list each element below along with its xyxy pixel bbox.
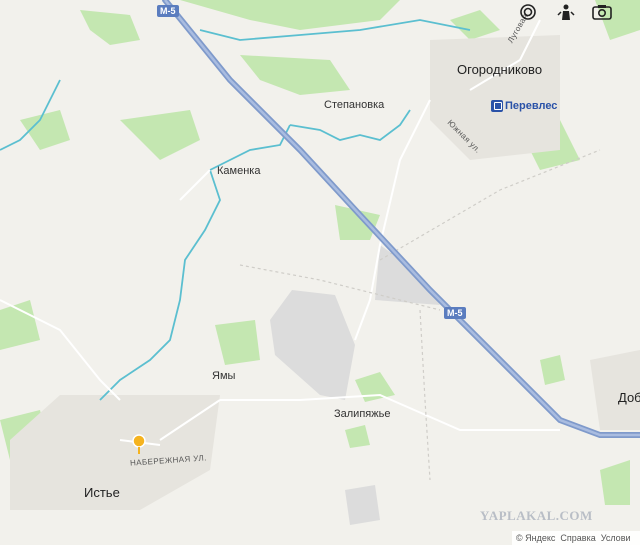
- industrial-areas: [270, 245, 440, 525]
- place-label-yamy[interactable]: Ямы: [212, 370, 235, 382]
- route-shield-m5: М-5: [157, 5, 179, 17]
- panorama-people-button[interactable]: [548, 0, 584, 24]
- place-label-istye[interactable]: Истье: [84, 485, 120, 500]
- help-link[interactable]: Справка: [560, 533, 595, 543]
- map-base-layer: [0, 0, 640, 525]
- highway-m5: [162, 0, 640, 438]
- poi-pereveles[interactable]: Перевлес: [491, 100, 557, 112]
- place-label-dobr[interactable]: Добр: [618, 390, 640, 405]
- poi-label: Перевлес: [505, 100, 558, 112]
- place-label-kamenka[interactable]: Каменка: [217, 165, 260, 177]
- photos-button[interactable]: [584, 0, 620, 24]
- layers-drop-icon: [520, 4, 536, 20]
- place-label-stepanovka[interactable]: Степановка: [324, 99, 384, 111]
- terms-link[interactable]: Услови: [601, 533, 631, 543]
- watermark: YAPLAKAL.COM: [480, 508, 593, 523]
- map-canvas[interactable]: Огородниково Степановка Каменка Ямы Зали…: [0, 0, 640, 545]
- bus-stop-icon: [491, 100, 503, 112]
- layers-button[interactable]: [510, 0, 546, 24]
- copyright-text[interactable]: © Яндекс: [516, 533, 555, 543]
- camera-icon: [592, 5, 612, 20]
- route-shield-m5: М-5: [444, 307, 466, 319]
- map-footer: © Яндекс Справка Услови: [512, 531, 640, 545]
- place-label-ogorodnikovo[interactable]: Огородниково: [457, 62, 542, 77]
- people-icon: [557, 4, 575, 20]
- place-label-zalipyazhye[interactable]: Залипяжье: [334, 408, 390, 420]
